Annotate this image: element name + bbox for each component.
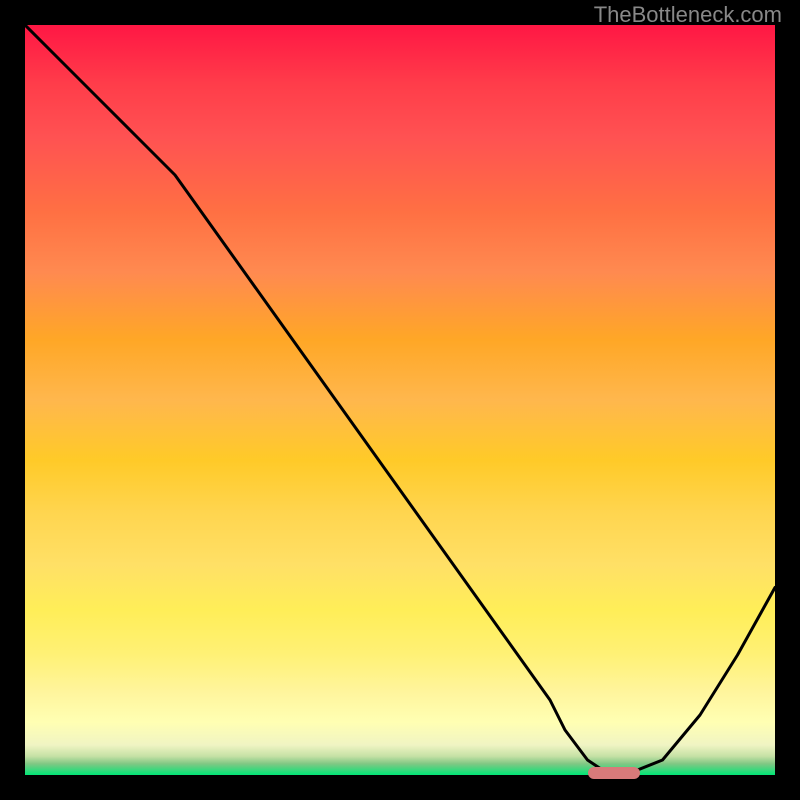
optimal-range-marker: [588, 767, 641, 779]
bottleneck-curve-svg: [25, 25, 775, 775]
bottleneck-curve-path: [25, 25, 775, 775]
watermark-text: TheBottleneck.com: [594, 2, 782, 28]
chart-plot-area: [25, 25, 775, 775]
